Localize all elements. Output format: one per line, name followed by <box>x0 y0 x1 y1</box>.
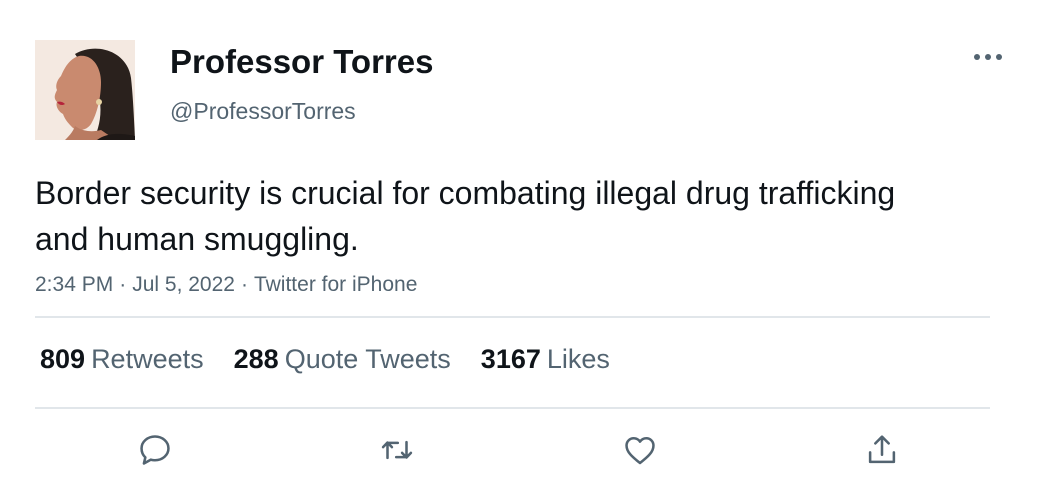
quote-tweets-count: 288 <box>233 344 279 374</box>
retweets-label: Retweets <box>91 344 204 374</box>
retweet-icon <box>381 440 413 460</box>
more-options-button[interactable] <box>968 42 1008 72</box>
meta-separator: · <box>240 273 248 296</box>
share-icon <box>868 435 896 464</box>
tweet-date[interactable]: Jul 5, 2022 <box>132 273 235 296</box>
reply-button[interactable] <box>133 428 177 472</box>
likes-stat[interactable]: 3167 Likes <box>481 340 610 378</box>
retweets-stat[interactable]: 809 Retweets <box>40 340 204 378</box>
tweet-time[interactable]: 2:34 PM <box>35 273 113 296</box>
like-button[interactable] <box>618 428 662 472</box>
more-options-icon <box>974 54 1002 60</box>
tweet-source[interactable]: Twitter for iPhone <box>254 273 417 296</box>
reply-icon <box>140 435 170 465</box>
author-handle[interactable]: @ProfessorTorres <box>170 96 356 126</box>
tweet-card: Professor Torres @ProfessorTorres Border… <box>0 0 1050 480</box>
heart-icon <box>625 437 655 465</box>
quote-tweets-label: Quote Tweets <box>284 344 451 374</box>
divider <box>35 407 990 409</box>
avatar[interactable] <box>35 40 135 140</box>
share-button[interactable] <box>860 428 904 472</box>
retweet-button[interactable] <box>375 428 419 472</box>
likes-count: 3167 <box>480 344 541 374</box>
tweet-text: Border security is crucial for combating… <box>35 175 896 257</box>
likes-label: Likes <box>546 344 610 374</box>
author-display-name[interactable]: Professor Torres <box>170 42 433 82</box>
quote-tweets-stat[interactable]: 288 Quote Tweets <box>234 340 451 378</box>
retweets-count: 809 <box>40 344 86 374</box>
divider <box>35 316 990 318</box>
engagement-stats: 809 Retweets 288 Quote Tweets 3167 Likes <box>40 340 640 378</box>
tweet-meta: 2:34 PM · Jul 5, 2022 · Twitter for iPhone <box>35 270 417 300</box>
profile-photo-icon <box>35 40 135 140</box>
meta-separator: · <box>119 273 127 296</box>
